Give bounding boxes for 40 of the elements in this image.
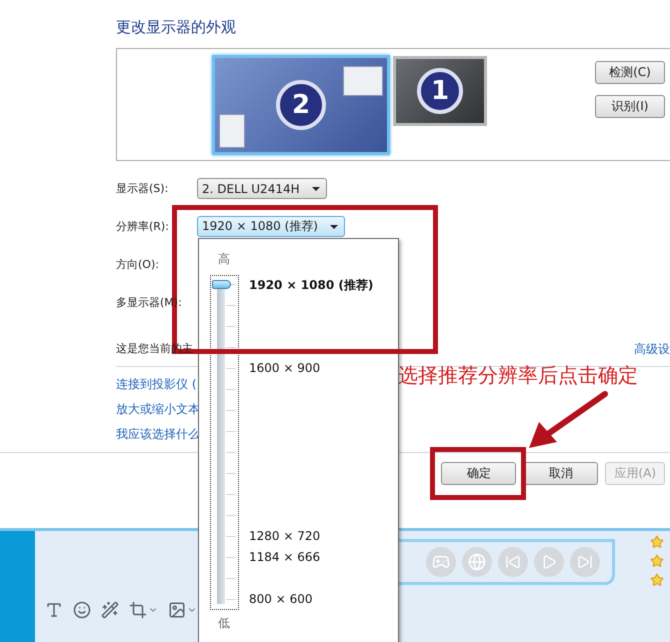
star-icon[interactable] xyxy=(650,535,664,549)
star-icon[interactable] xyxy=(650,573,664,587)
monitor-number: 1 xyxy=(417,68,463,114)
star-icon[interactable] xyxy=(650,554,664,568)
slider-thumb[interactable] xyxy=(212,280,231,289)
play-icon[interactable] xyxy=(534,547,564,577)
advanced-settings-link[interactable]: 高级设 xyxy=(634,341,670,357)
resolution-slider[interactable] xyxy=(210,275,239,610)
resolution-option[interactable]: 1280 × 720 xyxy=(249,529,320,543)
monitor-number: 2 xyxy=(276,80,326,130)
side-button[interactable]: 识别(I) xyxy=(595,95,665,118)
previous-icon[interactable] xyxy=(498,547,528,577)
next-icon[interactable] xyxy=(570,547,600,577)
image-icon[interactable] xyxy=(168,600,197,618)
dialog-button[interactable]: 确定 xyxy=(441,462,516,485)
section-title: 更改显示器的外观 xyxy=(116,17,237,37)
field-label: 方向(O): xyxy=(116,257,160,273)
gamepad-icon[interactable] xyxy=(426,547,456,577)
globe-icon[interactable] xyxy=(462,547,492,577)
field-label: 显示器(S): xyxy=(116,181,170,197)
resolution-option[interactable]: 1600 × 900 xyxy=(249,361,320,375)
annotation-text: 选择推荐分辨率后点击确定 xyxy=(398,362,638,389)
field-label: 分辨率(R): xyxy=(116,219,170,235)
monitor-drawing[interactable]: 2 xyxy=(212,55,390,155)
window-thumbnail xyxy=(343,66,383,96)
font-icon[interactable] xyxy=(45,600,63,618)
monitor-drawing[interactable]: 1 xyxy=(393,56,487,126)
side-button[interactable]: 检测(C) xyxy=(595,61,665,84)
resolution-option[interactable]: 800 × 600 xyxy=(249,592,312,606)
resolution-option[interactable]: 1184 × 666 xyxy=(249,550,320,564)
wand-icon[interactable] xyxy=(101,600,119,618)
dialog-button[interactable]: 取消 xyxy=(523,462,598,485)
window-thumbnail xyxy=(219,114,245,148)
scale-low-label: 低 xyxy=(218,615,230,632)
dropdown-field[interactable]: 1920 × 1080 (推荐) xyxy=(197,216,345,237)
crop-icon[interactable] xyxy=(129,600,158,618)
resolution-option[interactable]: 1920 × 1080 (推荐) xyxy=(249,277,374,294)
smiley-icon[interactable] xyxy=(73,600,91,618)
scale-high-label: 高 xyxy=(218,251,230,268)
dropdown-field[interactable]: 2. DELL U2414H xyxy=(197,178,327,199)
